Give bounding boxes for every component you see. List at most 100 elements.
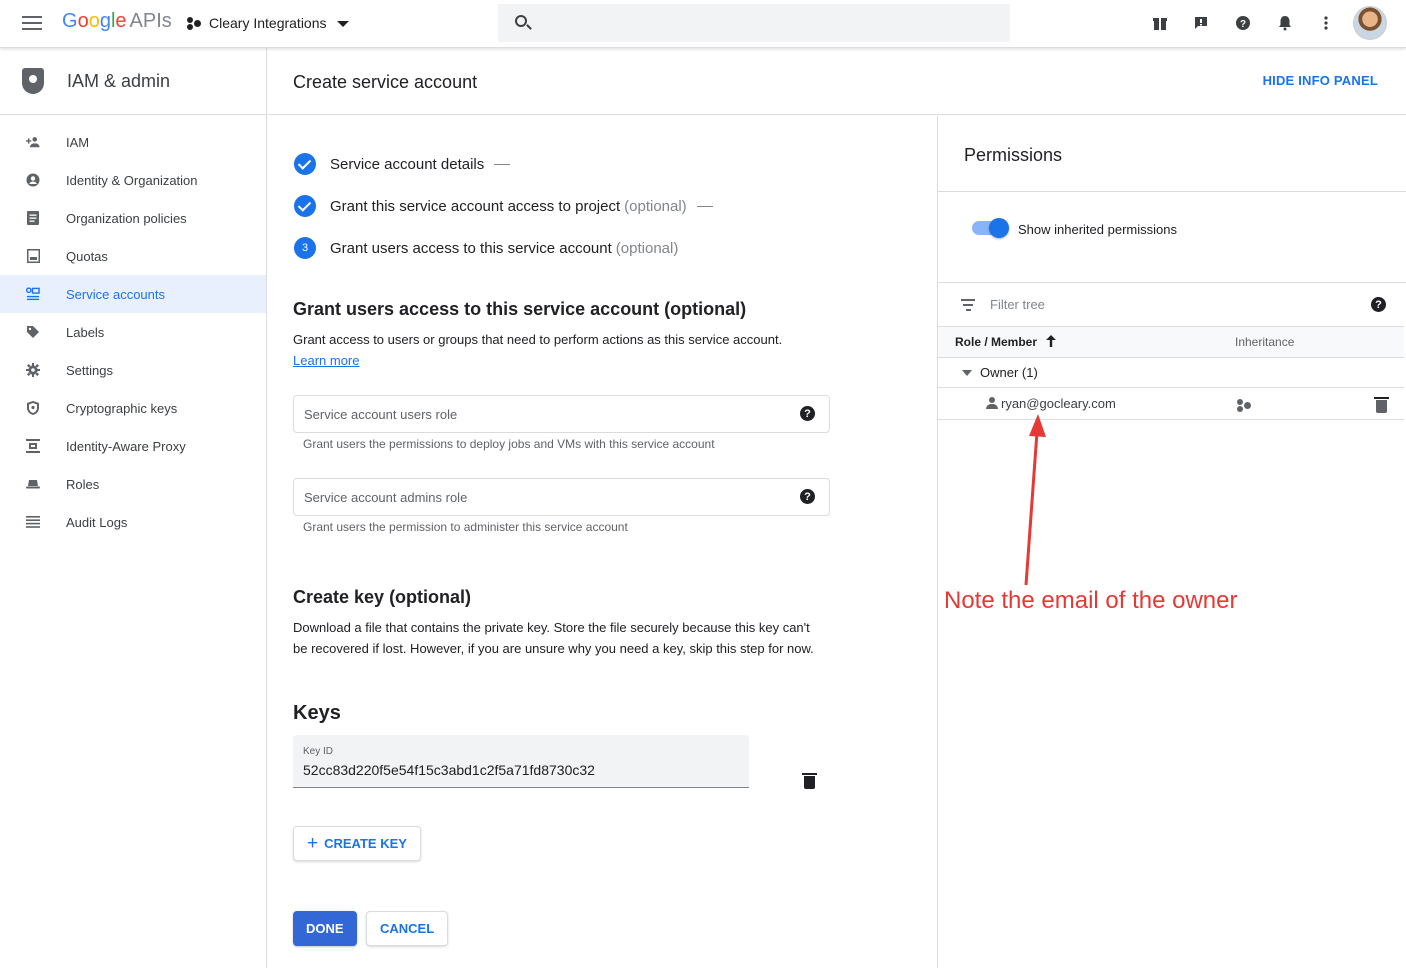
delete-key-icon[interactable] [802,773,817,789]
users-role-hint: Grant users the permissions to deploy jo… [303,437,715,451]
sidebar-item-cryptographic-keys[interactable]: Cryptographic keys [0,389,266,427]
settings-icon [26,363,40,377]
learn-more-link[interactable]: Learn more [293,353,359,368]
help-icon[interactable]: ? [800,489,815,504]
quota-icon [26,249,40,263]
sidebar-item-label: Identity-Aware Proxy [66,438,186,454]
sidebar-item-roles[interactable]: Roles [0,465,266,503]
proxy-icon [26,439,40,453]
step-label: Grant users access to this service accou… [330,239,612,257]
google-apis-logo[interactable]: Google APIs [62,10,172,33]
shield-key-icon [26,401,40,415]
toggle-knob [989,218,1009,238]
chevron-down-icon [336,21,349,27]
sort-ascending-icon[interactable] [1045,334,1057,351]
sidebar-item-label: Identity & Organization [66,172,198,188]
filter-icon[interactable] [961,299,975,314]
sidebar-item-label: Service accounts [66,286,165,302]
grant-users-heading: Grant users access to this service accou… [293,299,747,319]
step-grant-users-access[interactable]: 3 Grant users access to this service acc… [294,237,678,259]
step-grant-project-access[interactable]: Grant this service account access to pro… [294,195,713,217]
column-inheritance: Inheritance [1235,335,1295,349]
step-number: 3 [294,237,316,259]
help-icon[interactable]: ? [1371,297,1386,312]
help-icon[interactable]: ? [800,406,815,421]
expand-arrow-icon[interactable] [962,370,972,376]
sidebar-item-labels[interactable]: Labels [0,313,266,351]
avatar[interactable] [1353,6,1387,40]
sidebar-item-label: Labels [66,324,105,340]
step-connector [494,163,511,165]
step-connector [696,205,713,207]
create-key-heading: Create key (optional) [293,587,472,607]
person-icon [986,397,998,410]
column-role-member[interactable]: Role / Member [955,335,1037,349]
sidebar-title: IAM & admin [67,70,171,91]
divider [938,191,1406,192]
key-id-field[interactable]: Key ID 52cc83d220f5e54f15c3abd1c2f5a71fd… [293,735,749,788]
annotation-text: Note the email of the owner [944,587,1238,614]
sidebar-item-label: Cryptographic keys [66,400,178,416]
step-service-account-details[interactable]: Service account details [294,153,511,175]
sidebar-item-label: Roles [66,476,100,492]
svg-text:?: ? [1240,19,1246,30]
sidebar-item-label: Organization policies [66,210,187,226]
admins-role-hint: Grant users the permission to administer… [303,520,628,534]
role-owner: Owner (1) [980,365,1038,380]
content-header: Create service account HIDE INFO PANEL [268,48,1406,115]
project-selector[interactable]: Cleary Integrations [187,15,349,31]
more-vert-icon[interactable] [1316,12,1336,34]
notifications-icon[interactable] [1275,12,1295,34]
step-optional-tag: (optional) [624,197,687,215]
key-id-value: 52cc83d220f5e54f15c3abd1c2f5a71fd8730c32 [303,762,595,778]
divider [938,282,1406,283]
project-icon [187,16,201,30]
cancel-button[interactable]: CANCEL [366,911,449,946]
step-optional-tag: (optional) [615,239,679,257]
sidebar-item-label: Audit Logs [66,514,128,530]
sidebar: IAM & admin IAM Identity & Organization … [0,48,267,968]
plus-icon: + [307,832,319,854]
hat-icon [26,477,40,491]
service-account-users-role-field[interactable]: Service account users role ? [293,395,830,433]
sidebar-item-iam[interactable]: IAM [0,123,266,161]
sidebar-item-identity-organization[interactable]: Identity & Organization [0,161,266,199]
table-row[interactable]: Owner (1) [938,358,1404,388]
sidebar-item-audit-logs[interactable]: Audit Logs [0,503,266,541]
account-circle-icon [26,173,40,187]
check-circle-icon [294,195,316,217]
annotation-arrow [1024,414,1046,586]
list-icon [26,515,40,529]
create-key-label: CREATE KEY [324,836,407,851]
sidebar-item-identity-aware-proxy[interactable]: Identity-Aware Proxy [0,427,266,465]
done-button[interactable]: DONE [293,911,357,946]
sidebar-item-service-accounts[interactable]: Service accounts [0,275,266,313]
filter-tree-input[interactable]: Filter tree [990,297,1045,312]
gift-icon[interactable] [1150,12,1170,34]
create-key-description: Download a file that contains the privat… [293,620,814,656]
create-key-button[interactable]: + CREATE KEY [293,826,421,861]
feedback-icon[interactable] [1191,12,1211,34]
permissions-title: Permissions [964,145,1063,165]
grant-users-description: Grant access to users or groups that nee… [293,332,783,347]
label-icon [26,325,40,339]
sidebar-item-quotas[interactable]: Quotas [0,237,266,275]
field-placeholder: Service account users role [304,407,458,422]
top-app-bar: Google APIs Cleary Integrations ? [0,0,1406,48]
sidebar-item-settings[interactable]: Settings [0,351,266,389]
sidebar-item-organization-policies[interactable]: Organization policies [0,199,266,237]
search-input[interactable] [498,4,1010,42]
service-account-admins-role-field[interactable]: Service account admins role ? [293,478,830,516]
sidebar-header: IAM & admin [0,48,266,115]
hide-info-panel-button[interactable]: HIDE INFO PANEL [1263,73,1378,88]
show-inherited-label: Show inherited permissions [1018,222,1177,237]
keys-heading: Keys [293,702,341,724]
menu-icon[interactable] [22,16,42,32]
delete-member-icon[interactable] [1374,397,1389,413]
policy-document-icon [26,211,40,225]
person-add-icon [26,135,40,149]
field-placeholder: Service account admins role [304,490,468,505]
sidebar-item-label: Quotas [66,248,108,264]
show-inherited-toggle[interactable] [972,218,1009,238]
help-icon[interactable]: ? [1233,12,1253,34]
